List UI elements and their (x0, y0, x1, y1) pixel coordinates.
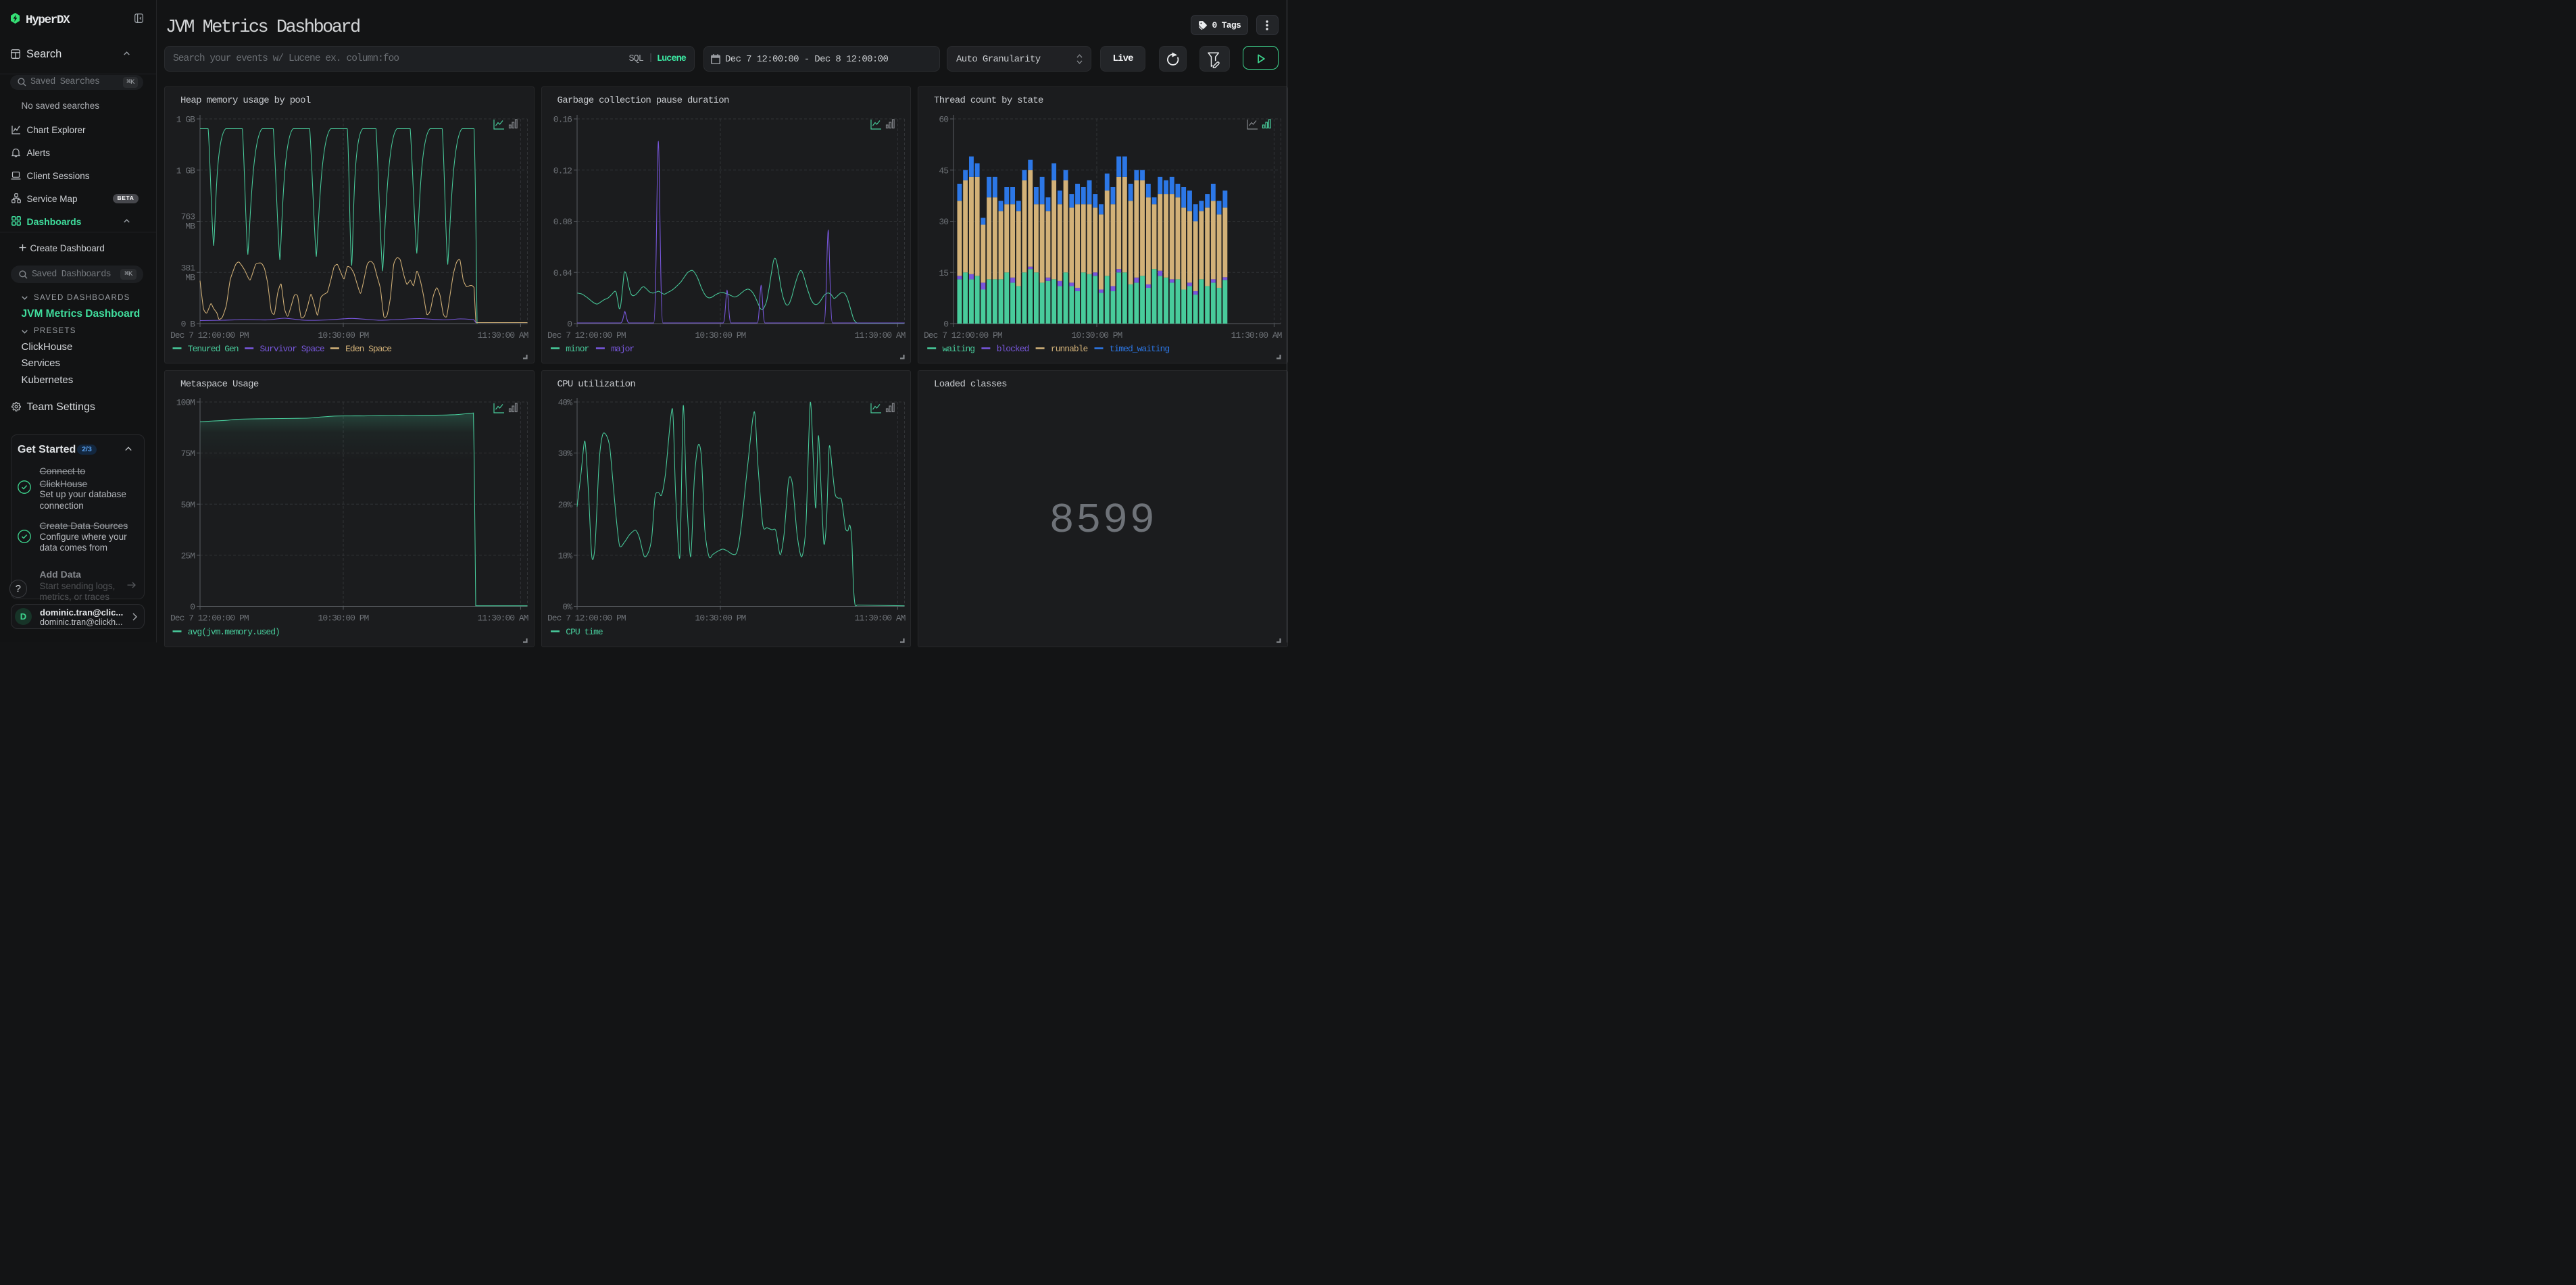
svg-text:runnable: runnable (1051, 344, 1088, 354)
svg-text:11:30:00 AM: 11:30:00 AM (1231, 330, 1282, 341)
svg-text:1 GB: 1 GB (176, 166, 195, 176)
svg-text:45: 45 (939, 166, 948, 176)
svg-text:10:30:00 PM: 10:30:00 PM (1072, 330, 1122, 341)
svg-text:25M: 25M (181, 551, 195, 561)
svg-text:waiting: waiting (943, 344, 975, 354)
svg-text:Tenured Gen: Tenured Gen (188, 344, 239, 354)
svg-text:50M: 50M (181, 500, 195, 510)
svg-text:0%: 0% (562, 602, 572, 612)
svg-text:0: 0 (943, 319, 948, 329)
svg-text:MB: MB (185, 221, 195, 231)
svg-text:Dec 7 12:00:00 PM: Dec 7 12:00:00 PM (170, 613, 249, 624)
svg-text:Survivor Space: Survivor Space (260, 344, 324, 354)
svg-text:Dec 7 12:00:00 PM: Dec 7 12:00:00 PM (170, 330, 249, 341)
svg-text:40%: 40% (558, 398, 572, 408)
svg-text:1 GB: 1 GB (176, 114, 195, 124)
svg-text:MB: MB (185, 272, 195, 282)
svg-text:0.04: 0.04 (553, 268, 572, 278)
svg-text:10:30:00 PM: 10:30:00 PM (318, 330, 369, 341)
svg-text:11:30:00 AM: 11:30:00 AM (854, 330, 905, 341)
svg-text:60: 60 (939, 114, 948, 124)
svg-text:0.16: 0.16 (553, 114, 571, 124)
svg-text:10:30:00 PM: 10:30:00 PM (318, 613, 369, 624)
svg-text:15: 15 (939, 268, 948, 278)
svg-text:Dec 7 12:00:00 PM: Dec 7 12:00:00 PM (547, 330, 626, 341)
svg-text:10:30:00 PM: 10:30:00 PM (695, 330, 745, 341)
svg-text:Dec 7 12:00:00 PM: Dec 7 12:00:00 PM (547, 613, 626, 624)
svg-text:CPU time: CPU time (566, 627, 603, 637)
svg-text:0: 0 (190, 602, 195, 612)
svg-text:timed_waiting: timed_waiting (1110, 344, 1170, 354)
svg-text:10:30:00 PM: 10:30:00 PM (695, 613, 745, 624)
svg-text:Dec 7 12:00:00 PM: Dec 7 12:00:00 PM (924, 330, 1002, 341)
svg-text:100M: 100M (176, 398, 195, 408)
svg-text:0.12: 0.12 (553, 166, 571, 176)
svg-text:Eden Space: Eden Space (345, 344, 391, 354)
svg-text:30: 30 (939, 217, 948, 227)
svg-text:8599: 8599 (1049, 497, 1157, 545)
svg-text:10%: 10% (558, 551, 572, 561)
svg-text:0: 0 (567, 319, 572, 329)
svg-text:minor: minor (566, 344, 589, 354)
svg-text:0.08: 0.08 (553, 217, 571, 227)
svg-text:11:30:00 AM: 11:30:00 AM (854, 613, 905, 624)
svg-text:major: major (611, 344, 634, 354)
svg-text:763: 763 (181, 211, 195, 222)
svg-text:30%: 30% (558, 449, 572, 459)
svg-text:11:30:00 AM: 11:30:00 AM (478, 330, 528, 341)
svg-text:blocked: blocked (997, 344, 1029, 354)
svg-text:0 B: 0 B (181, 319, 196, 329)
svg-text:11:30:00 AM: 11:30:00 AM (478, 613, 528, 624)
svg-text:20%: 20% (558, 500, 572, 510)
svg-text:75M: 75M (181, 449, 195, 459)
svg-text:381: 381 (181, 263, 196, 273)
svg-text:avg(jvm.memory.used): avg(jvm.memory.used) (188, 627, 280, 637)
